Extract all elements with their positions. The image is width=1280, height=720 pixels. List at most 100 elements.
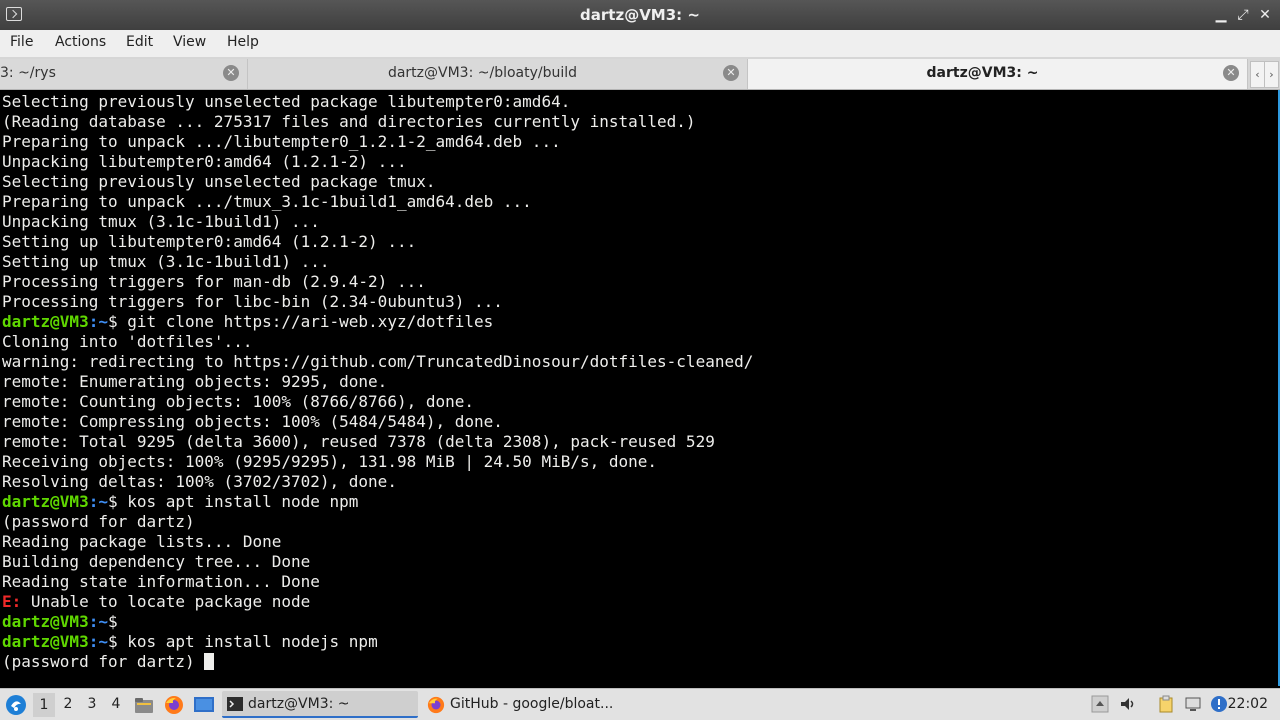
output-text: remote: Counting objects: 100% (8766/876…	[2, 392, 475, 411]
terminal-line: Processing triggers for man-db (2.9.4-2)…	[2, 272, 1278, 292]
tab-scroll-left-icon[interactable]: ‹	[1250, 61, 1265, 88]
volume-icon[interactable]	[1119, 695, 1137, 713]
minimize-icon[interactable]: ▁	[1212, 6, 1230, 24]
terminal-view[interactable]: Selecting previously unselected package …	[0, 90, 1280, 686]
prompt-symbol: $	[107, 312, 118, 331]
task-terminal[interactable]: dartz@VM3: ~	[222, 691, 418, 718]
output-text: Selecting previously unselected package …	[2, 92, 571, 111]
output-text: Unpacking libutempter0:amd64 (1.2.1-2) .…	[2, 152, 407, 171]
terminal-line: Reading package lists... Done	[2, 532, 1278, 552]
prompt-path: :~	[88, 632, 108, 651]
terminal-cursor	[204, 653, 215, 670]
menu-edit[interactable]: Edit	[126, 34, 153, 50]
firefox-icon	[427, 696, 445, 714]
firefox-launcher-icon[interactable]	[164, 695, 184, 715]
task-firefox[interactable]: GitHub - google/bloat...	[422, 691, 618, 718]
terminal-command-line: dartz@VM3:~$	[2, 612, 1278, 632]
output-text: Resolving deltas: 100% (3702/3702), done…	[2, 472, 397, 491]
notification-icon[interactable]	[1210, 695, 1228, 713]
output-text: Reading state information... Done	[2, 572, 320, 591]
tab-close-icon[interactable]: ✕	[723, 65, 739, 81]
prompt-symbol: $	[107, 492, 118, 511]
clipboard-icon[interactable]	[1157, 695, 1175, 713]
tray-up-arrow-icon[interactable]	[1091, 695, 1109, 713]
tab-scroll-right-icon[interactable]: ›	[1264, 61, 1279, 88]
menu-help[interactable]: Help	[227, 34, 259, 50]
output-text: (Reading database ... 275317 files and d…	[2, 112, 696, 131]
terminal-line: remote: Total 9295 (delta 3600), reused …	[2, 432, 1278, 452]
terminal-line: remote: Compressing objects: 100% (5484/…	[2, 412, 1278, 432]
tab-bloaty-build[interactable]: dartz@VM3: ~/bloaty/build ✕	[248, 59, 748, 89]
output-text: Receiving objects: 100% (9295/9295), 131…	[2, 452, 658, 471]
workspace-4[interactable]: 4	[105, 696, 127, 712]
window-titlebar: dartz@VM3: ~ ▁ ⤢ ✕	[0, 0, 1280, 30]
tab-close-icon[interactable]: ✕	[1223, 65, 1239, 81]
prompt-path: :~	[88, 612, 108, 631]
command-text: git clone https://ari-web.xyz/dotfiles	[117, 312, 494, 331]
terminal-line: Unpacking tmux (3.1c-1build1) ...	[2, 212, 1278, 232]
command-text: kos apt install nodejs npm	[117, 632, 378, 651]
tab-label: dartz@VM3: ~	[926, 65, 1039, 81]
terminal-line: (password for dartz)	[2, 652, 1278, 672]
start-menu-icon[interactable]	[5, 694, 27, 716]
output-text: Selecting previously unselected package …	[2, 172, 436, 191]
menu-file[interactable]: File	[10, 34, 33, 50]
terminal-line: Receiving objects: 100% (9295/9295), 131…	[2, 452, 1278, 472]
tab-close-icon[interactable]: ✕	[223, 65, 239, 81]
terminal-line: remote: Enumerating objects: 9295, done.	[2, 372, 1278, 392]
terminal-command-line: dartz@VM3:~$ kos apt install node npm	[2, 492, 1278, 512]
command-text: kos apt install node npm	[117, 492, 359, 511]
menu-actions[interactable]: Actions	[55, 34, 106, 50]
clock[interactable]: 22:02	[1228, 696, 1268, 712]
output-text: Preparing to unpack .../libutempter0_1.2…	[2, 132, 561, 151]
tab-label: 3: ~/rys	[0, 65, 56, 81]
desktop-icon[interactable]	[193, 695, 215, 715]
terminal-command-line: dartz@VM3:~$ git clone https://ari-web.x…	[2, 312, 1278, 332]
output-text: remote: Enumerating objects: 9295, done.	[2, 372, 388, 391]
error-text: Unable to locate package node	[21, 592, 311, 611]
terminal-command-line: dartz@VM3:~$ kos apt install nodejs npm	[2, 632, 1278, 652]
prompt-user: dartz@VM3	[2, 612, 89, 631]
maximize-icon[interactable]: ⤢	[1234, 6, 1252, 24]
menu-view[interactable]: View	[173, 34, 206, 50]
terminal-line: Preparing to unpack .../libutempter0_1.2…	[2, 132, 1278, 152]
output-text: Building dependency tree... Done	[2, 552, 311, 571]
tab-home[interactable]: dartz@VM3: ~ ✕	[748, 59, 1248, 89]
task-label: GitHub - google/bloat...	[450, 696, 614, 712]
terminal-output: Selecting previously unselected package …	[0, 90, 1278, 672]
prompt-symbol: $	[107, 632, 118, 651]
tab-label: dartz@VM3: ~/bloaty/build	[387, 65, 578, 81]
error-prefix: E:	[2, 592, 22, 611]
terminal-line: warning: redirecting to https://github.c…	[2, 352, 1278, 372]
terminal-line: Preparing to unpack .../tmux_3.1c-1build…	[2, 192, 1278, 212]
output-text: Processing triggers for libc-bin (2.34-0…	[2, 292, 503, 311]
output-text: Cloning into 'dotfiles'...	[2, 332, 253, 351]
workspace-3[interactable]: 3	[81, 696, 103, 712]
output-text: Setting up tmux (3.1c-1build1) ...	[2, 252, 330, 271]
terminal-line: remote: Counting objects: 100% (8766/876…	[2, 392, 1278, 412]
tab-rys[interactable]: 3: ~/rys ✕	[0, 59, 248, 89]
tab-bar: 3: ~/rys ✕ dartz@VM3: ~/bloaty/build ✕ d…	[0, 57, 1280, 90]
terminal-line: Selecting previously unselected package …	[2, 172, 1278, 192]
output-text: remote: Compressing objects: 100% (5484/…	[2, 412, 503, 431]
prompt-user: dartz@VM3	[2, 492, 89, 511]
network-icon[interactable]	[1184, 695, 1202, 713]
output-text: warning: redirecting to https://github.c…	[2, 352, 754, 371]
close-icon[interactable]: ✕	[1256, 6, 1274, 24]
output-text: Unpacking tmux (3.1c-1build1) ...	[2, 212, 320, 231]
terminal-line: (password for dartz)	[2, 512, 1278, 532]
output-text: Reading package lists... Done	[2, 532, 282, 551]
terminal-line: Cloning into 'dotfiles'...	[2, 332, 1278, 352]
workspace-1[interactable]: 1	[33, 693, 55, 717]
terminal-line: Building dependency tree... Done	[2, 552, 1278, 572]
terminal-line: Reading state information... Done	[2, 572, 1278, 592]
terminal-line: (Reading database ... 275317 files and d…	[2, 112, 1278, 132]
terminal-line: Resolving deltas: 100% (3702/3702), done…	[2, 472, 1278, 492]
output-text: Processing triggers for man-db (2.9.4-2)…	[2, 272, 426, 291]
workspace-2[interactable]: 2	[57, 696, 79, 712]
output-text: (password for dartz)	[2, 512, 195, 531]
window-title: dartz@VM3: ~	[580, 6, 700, 24]
terminal-line: Setting up tmux (3.1c-1build1) ...	[2, 252, 1278, 272]
prompt-symbol: $	[107, 612, 118, 631]
file-manager-icon[interactable]	[134, 695, 154, 715]
